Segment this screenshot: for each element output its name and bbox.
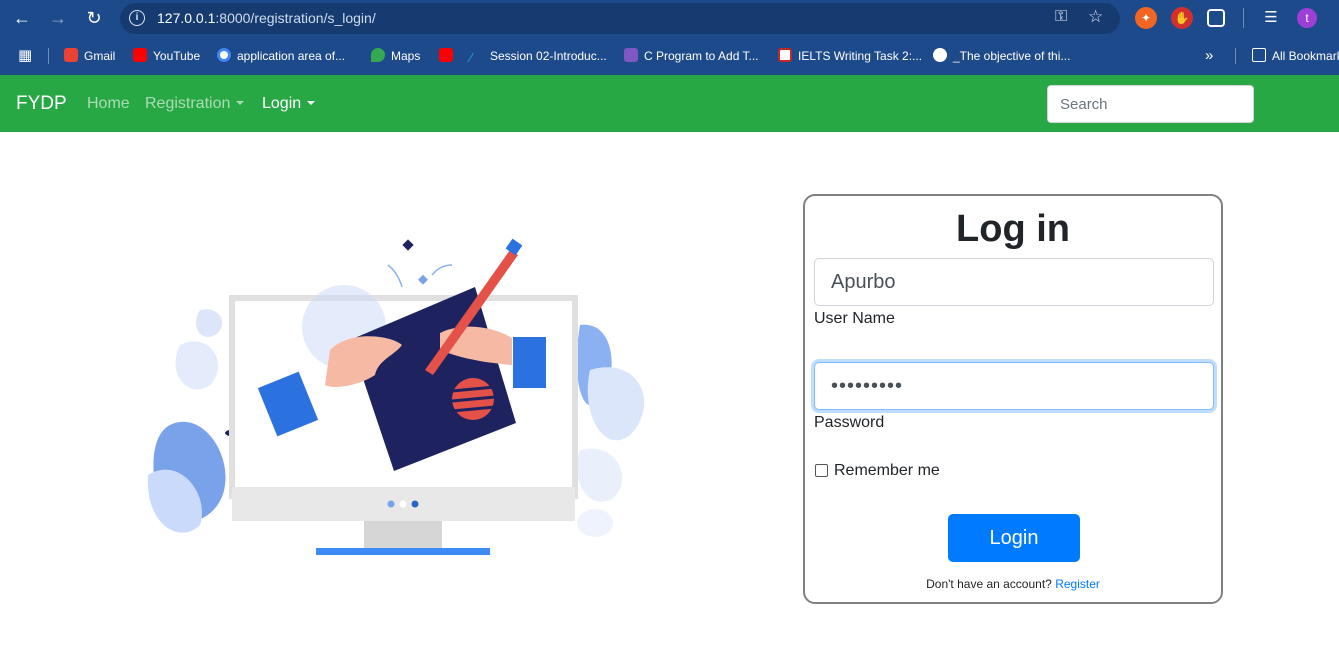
caret-down-icon	[307, 101, 316, 105]
gmail-icon	[64, 48, 78, 62]
extension-hand-icon[interactable]: ✋	[1171, 7, 1193, 29]
register-link[interactable]: Register	[1055, 577, 1100, 591]
folder-icon	[1252, 48, 1266, 62]
bookmark-youtube[interactable]: YouTube	[133, 47, 200, 65]
bookmark-youtube-2[interactable]	[439, 47, 459, 65]
remember-me-checkbox[interactable]	[815, 464, 828, 477]
bookmarks-divider	[1235, 48, 1236, 64]
extensions-icon[interactable]	[1207, 9, 1225, 27]
nav-registration-dropdown[interactable]: Registration	[145, 95, 245, 113]
password-input[interactable]	[814, 362, 1214, 410]
youtube-icon	[133, 48, 147, 62]
youtube-icon	[439, 48, 453, 62]
username-label: User Name	[814, 310, 895, 327]
bookmark-c-program[interactable]: C Program to Add T...	[624, 47, 759, 65]
back-icon[interactable]: ←	[10, 6, 34, 30]
bookmark-application-area[interactable]: application area of...	[217, 47, 345, 65]
extension-fire-icon[interactable]: ✦	[1135, 7, 1157, 29]
maps-icon	[371, 48, 385, 62]
password-label: Password	[814, 414, 885, 431]
nav-login-dropdown[interactable]: Login	[262, 95, 316, 113]
all-bookmarks[interactable]: All Bookmarks	[1252, 47, 1339, 65]
forward-icon[interactable]: →	[46, 6, 70, 30]
login-title: Log in	[956, 208, 1070, 250]
address-bar[interactable]: i 127.0.0.1:8000/registration/s_login/ ⚿…	[120, 3, 1120, 34]
login-illustration	[147, 238, 645, 555]
browser-toolbar: ← → ↻ i 127.0.0.1:8000/registration/s_lo…	[0, 0, 1339, 37]
key-icon[interactable]: ⚿	[1055, 8, 1067, 26]
login-button[interactable]: Login	[948, 514, 1080, 562]
toolbar-divider	[1243, 8, 1244, 28]
bookmarks-divider	[48, 48, 49, 64]
bookmarks-bar: ▦ Gmail YouTube application area of... M…	[0, 37, 1339, 75]
site-navbar: FYDP Home Registration Login	[0, 75, 1339, 132]
bookmarks-overflow[interactable]: »	[1205, 47, 1213, 65]
profile-avatar[interactable]: t	[1297, 8, 1317, 28]
register-prompt: Don't have an account? Register	[805, 577, 1221, 591]
program-icon	[624, 48, 638, 62]
liz-icon	[778, 48, 792, 62]
bookmark-gmail[interactable]: Gmail	[64, 47, 115, 65]
reload-icon[interactable]: ↻	[82, 6, 106, 30]
username-input[interactable]	[814, 258, 1214, 306]
bookmark-maps[interactable]: Maps	[371, 47, 420, 65]
media-control-icon[interactable]: ☰	[1260, 7, 1282, 29]
nav-home[interactable]: Home	[87, 95, 130, 113]
url-text[interactable]: 127.0.0.1:8000/registration/s_login/	[157, 10, 376, 26]
search-input[interactable]	[1047, 85, 1254, 123]
bookmark-ielts[interactable]: IELTS Writing Task 2:...	[778, 47, 922, 65]
site-info-icon[interactable]: i	[129, 10, 145, 26]
no-account-text: Don't have an account?	[926, 577, 1052, 591]
apps-grid-icon[interactable]: ▦	[18, 47, 32, 65]
session-icon: ⁄	[470, 50, 473, 65]
login-card: Log in User Name Password Remember me Lo…	[803, 194, 1223, 604]
google-icon	[217, 48, 231, 62]
remember-me-label[interactable]: Remember me	[834, 462, 940, 480]
globe-icon	[933, 48, 947, 62]
bookmark-objective[interactable]: _The objective of thi...	[933, 47, 1070, 65]
caret-down-icon	[236, 101, 245, 105]
bookmark-star-icon[interactable]: ☆	[1088, 7, 1103, 27]
brand-link[interactable]: FYDP	[16, 93, 67, 115]
bookmark-session[interactable]: ⁄ Session 02-Introduc...	[470, 47, 607, 65]
